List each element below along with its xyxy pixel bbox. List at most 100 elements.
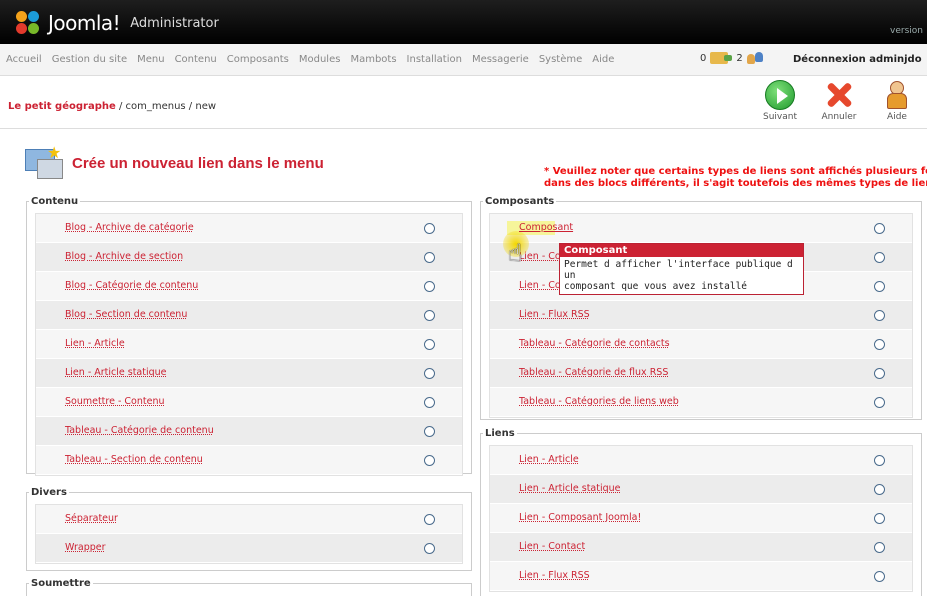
toolbar-row: Le petit géographe / com_menus / new Sui…	[0, 77, 927, 129]
list-item[interactable]: Tableau - Catégorie de contenu	[36, 417, 462, 446]
list-item[interactable]: Tableau - Catégorie de flux RSS	[490, 359, 912, 388]
list-item[interactable]: Lien - Composant Joomla!	[490, 504, 912, 533]
list-item[interactable]: Soumettre - Contenu	[36, 388, 462, 417]
list-item[interactable]: Lien - Article	[36, 330, 462, 359]
link-type-radio[interactable]	[424, 310, 435, 321]
group-title: Liens	[485, 428, 515, 439]
list-item[interactable]: Tableau - Catégories de liens web	[490, 388, 912, 417]
link-type-radio[interactable]	[874, 252, 885, 263]
link-type-label[interactable]: Séparateur	[65, 513, 118, 524]
link-type-label[interactable]: Tableau - Section de contenu	[65, 454, 203, 465]
menu-item-messagerie[interactable]: Messagerie	[472, 54, 529, 65]
menu-item-composants[interactable]: Composants	[227, 54, 289, 65]
list-item[interactable]: Séparateur	[36, 505, 462, 534]
link-type-radio[interactable]	[424, 339, 435, 350]
duplicate-notice: * Veuillez noter que certains types de l…	[544, 166, 927, 190]
hand-cursor-icon: ☝	[503, 231, 530, 271]
link-type-radio[interactable]	[874, 397, 885, 408]
link-type-radio[interactable]	[424, 455, 435, 466]
link-type-radio[interactable]	[874, 455, 885, 466]
link-type-radio[interactable]	[874, 571, 885, 582]
link-type-radio[interactable]	[424, 223, 435, 234]
link-type-radio[interactable]	[874, 339, 885, 350]
joomla-logo[interactable]: Joomla! Administrator	[14, 10, 219, 36]
list-item[interactable]: Lien - Article statique	[36, 359, 462, 388]
link-type-radio[interactable]	[874, 310, 885, 321]
list-item[interactable]: Blog - Archive de section	[36, 243, 462, 272]
next-button[interactable]: Suivant	[758, 80, 802, 126]
link-type-label[interactable]: Blog - Archive de section	[65, 251, 183, 262]
link-type-radio[interactable]	[874, 281, 885, 292]
breadcrumb-site[interactable]: Le petit géographe	[8, 101, 116, 112]
link-type-radio[interactable]	[424, 426, 435, 437]
link-type-radio[interactable]	[424, 252, 435, 263]
link-type-label[interactable]: Lien - Article	[519, 454, 579, 465]
list-item[interactable]: Lien - Article statique	[490, 475, 912, 504]
link-type-label[interactable]: Lien - Composant Joomla!	[519, 512, 641, 523]
link-type-label[interactable]: Lien - Article	[65, 338, 125, 349]
menu-item-accueil[interactable]: Accueil	[6, 54, 42, 65]
group-contenu: Contenu Blog - Archive de catégorie Blog…	[26, 196, 472, 476]
list-item[interactable]: Blog - Archive de catégorie	[36, 214, 462, 243]
menu-item-systeme[interactable]: Système	[539, 54, 582, 65]
link-type-label[interactable]: Lien - Article statique	[519, 483, 621, 494]
menu-item-contenu[interactable]: Contenu	[175, 54, 217, 65]
users-icon[interactable]	[746, 52, 765, 64]
menu-item-aide[interactable]: Aide	[592, 54, 614, 65]
link-type-label[interactable]: Blog - Archive de catégorie	[65, 222, 194, 233]
list-item[interactable]: Tableau - Section de contenu	[36, 446, 462, 475]
status-area: 0 2	[700, 52, 765, 64]
link-type-radio[interactable]	[424, 368, 435, 379]
list-item[interactable]: Wrapper	[36, 534, 462, 563]
link-type-label[interactable]: Lien - Contact	[519, 541, 585, 552]
menu-item-modules[interactable]: Modules	[299, 54, 341, 65]
logout-link[interactable]: Déconnexion adminjdo	[793, 54, 922, 65]
link-type-label[interactable]: Wrapper	[65, 542, 106, 553]
menu-item-gestion-du-site[interactable]: Gestion du site	[52, 54, 127, 65]
menu-item-mambots[interactable]: Mambots	[350, 54, 396, 65]
link-type-label[interactable]: Lien - Flux RSS	[519, 309, 590, 320]
help-label: Aide	[887, 112, 907, 122]
link-type-radio[interactable]	[424, 543, 435, 554]
list-item[interactable]: Composant	[490, 214, 912, 243]
group-title: Composants	[485, 196, 555, 207]
link-type-label[interactable]: Blog - Section de contenu	[65, 309, 187, 320]
link-type-list: Lien - Article Lien - Article statique L…	[489, 445, 913, 592]
tooltip-body: Permet d afficher l'interface publique d…	[560, 257, 803, 294]
list-item[interactable]: Lien - Flux RSS	[490, 301, 912, 330]
menu-item-installation[interactable]: Installation	[407, 54, 462, 65]
list-item[interactable]: Lien - Flux RSS	[490, 562, 912, 591]
link-type-label[interactable]: Composant	[519, 222, 573, 233]
page-title: Crée un nouveau lien dans le menu	[72, 155, 324, 172]
list-item[interactable]: Lien - Article	[490, 446, 912, 475]
list-item[interactable]: Lien - Contact	[490, 533, 912, 562]
tooltip-line-2: composant que vous avez installé	[564, 281, 748, 292]
cancel-label: Annuler	[821, 112, 857, 122]
list-item[interactable]: Blog - Catégorie de contenu	[36, 272, 462, 301]
link-type-radio[interactable]	[874, 542, 885, 553]
link-type-label[interactable]: Tableau - Catégorie de contacts	[519, 338, 670, 349]
link-type-label[interactable]: Tableau - Catégorie de flux RSS	[519, 367, 668, 378]
link-type-radio[interactable]	[424, 281, 435, 292]
link-type-label[interactable]: Lien - Article statique	[65, 367, 167, 378]
mail-icon[interactable]	[710, 52, 733, 64]
duplicate-notice-line-1: * Veuillez noter que certains types de l…	[544, 166, 927, 177]
list-item[interactable]: Blog - Section de contenu	[36, 301, 462, 330]
link-type-radio[interactable]	[424, 514, 435, 525]
menu-item-menu[interactable]: Menu	[137, 54, 164, 65]
link-type-label[interactable]: Lien - Flux RSS	[519, 570, 590, 581]
link-type-label[interactable]: Blog - Catégorie de contenu	[65, 280, 198, 291]
link-type-radio[interactable]	[874, 484, 885, 495]
link-type-label[interactable]: Tableau - Catégorie de contenu	[65, 425, 214, 436]
link-type-radio[interactable]	[874, 513, 885, 524]
help-button[interactable]: Aide	[877, 80, 917, 126]
link-type-radio[interactable]	[874, 368, 885, 379]
link-type-radio[interactable]	[424, 397, 435, 408]
link-type-list: Séparateur Wrapper	[35, 504, 463, 564]
main-menu-bar: Accueil Gestion du site Menu Contenu Com…	[0, 44, 927, 76]
link-type-label[interactable]: Tableau - Catégories de liens web	[519, 396, 679, 407]
list-item[interactable]: Tableau - Catégorie de contacts	[490, 330, 912, 359]
link-type-label[interactable]: Soumettre - Contenu	[65, 396, 165, 407]
link-type-radio[interactable]	[874, 223, 885, 234]
cancel-button[interactable]: Annuler	[817, 80, 861, 126]
